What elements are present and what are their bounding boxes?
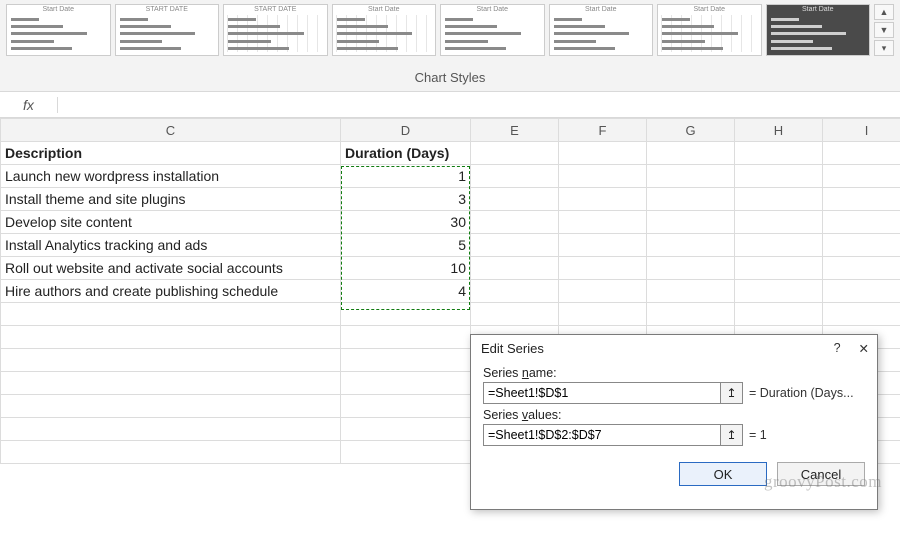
chart-style-2[interactable]: START DATE [115,4,220,56]
table-row: Launch new wordpress installation1 [1,165,900,188]
gallery-scroll-up[interactable]: ▲ [874,4,894,20]
series-name-result: = Duration (Days... [749,386,854,400]
chart-styles-gallery: Start Date START DATE START DATE Start D… [0,0,900,58]
col-header-C[interactable]: C [1,119,341,142]
chevron-up-icon: ▲ [880,7,889,17]
cell-dur[interactable]: 30 [341,211,471,234]
cell-dur[interactable]: 4 [341,280,471,303]
chart-style-5[interactable]: Start Date [440,4,545,56]
dialog-title: Edit Series [481,341,544,356]
cell-D1[interactable]: Duration (Days) [341,142,471,165]
formula-bar: fx [0,92,900,118]
chart-style-1[interactable]: Start Date [6,4,111,56]
ok-button[interactable]: OK [679,462,767,486]
col-header-G[interactable]: G [647,119,735,142]
col-header-F[interactable]: F [559,119,647,142]
table-row: Roll out website and activate social acc… [1,257,900,280]
column-headers: C D E F G H I [1,119,900,142]
expand-icon: ▾ [882,43,887,54]
cell-desc[interactable]: Install theme and site plugins [1,188,341,211]
help-icon[interactable]: ? [834,341,841,356]
cell-desc[interactable]: Launch new wordpress installation [1,165,341,188]
range-picker-icon[interactable]: ↥ [720,425,742,445]
table-row: Install theme and site plugins3 [1,188,900,211]
series-values-field[interactable] [484,425,720,445]
formula-input[interactable] [58,97,900,112]
gallery-expand[interactable]: ▾ [874,40,894,56]
chart-style-6[interactable]: Start Date [549,4,654,56]
cell-dur[interactable]: 3 [341,188,471,211]
gallery-scroll: ▲ ▼ ▾ [874,4,894,56]
cell-desc[interactable]: Install Analytics tracking and ads [1,234,341,257]
series-name-input[interactable]: ↥ [483,382,743,404]
chart-style-8[interactable]: Start Date [766,4,871,56]
fx-label: fx [0,97,58,113]
ribbon-group-label: Chart Styles [0,58,900,91]
range-picker-icon[interactable]: ↥ [720,383,742,403]
chart-style-4[interactable]: Start Date [332,4,437,56]
gallery-scroll-down[interactable]: ▼ [874,22,894,38]
series-values-result: = 1 [749,428,767,442]
col-header-I[interactable]: I [823,119,900,142]
chart-style-3[interactable]: START DATE [223,4,328,56]
table-row: Install Analytics tracking and ads5 [1,234,900,257]
ribbon: Start Date START DATE START DATE Start D… [0,0,900,92]
close-icon[interactable]: ✕ [859,341,869,356]
col-header-H[interactable]: H [735,119,823,142]
cell-dur[interactable]: 1 [341,165,471,188]
header-row: Description Duration (Days) [1,142,900,165]
table-row: Hire authors and create publishing sched… [1,280,900,303]
cell-desc[interactable]: Hire authors and create publishing sched… [1,280,341,303]
series-name-field[interactable] [484,383,720,403]
series-values-input[interactable]: ↥ [483,424,743,446]
edit-series-dialog: Edit Series ? ✕ Series name: ↥ = Duratio… [470,334,878,510]
dialog-titlebar[interactable]: Edit Series ? ✕ [471,335,877,360]
cell-desc[interactable]: Roll out website and activate social acc… [1,257,341,280]
cell-C1[interactable]: Description [1,142,341,165]
series-name-label: Series name: [483,366,865,380]
cell-desc[interactable]: Develop site content [1,211,341,234]
cell-dur[interactable]: 10 [341,257,471,280]
chart-style-7[interactable]: Start Date [657,4,762,56]
col-header-E[interactable]: E [471,119,559,142]
cell-dur[interactable]: 5 [341,234,471,257]
col-header-D[interactable]: D [341,119,471,142]
chevron-down-icon: ▼ [880,25,889,35]
series-values-label: Series values: [483,408,865,422]
cancel-button[interactable]: Cancel [777,462,865,486]
table-row: Develop site content30 [1,211,900,234]
